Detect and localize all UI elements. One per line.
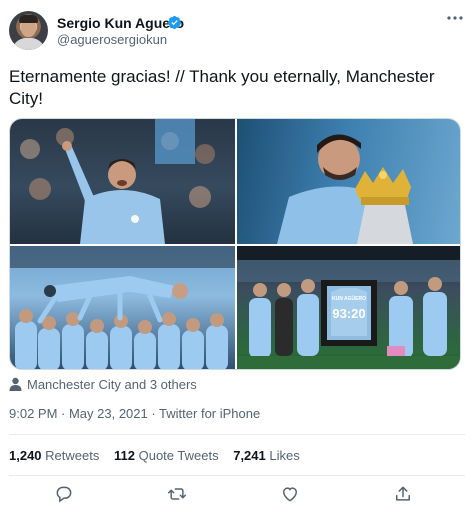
retweets-stat[interactable]: 1,240 Retweets (9, 448, 99, 463)
retweets-count: 1,240 (9, 448, 42, 463)
retweet-icon (167, 488, 187, 500)
timestamp[interactable]: 9:02 PM · May 23, 2021 · Twitter for iPh… (9, 406, 260, 421)
like-icon (282, 487, 298, 502)
likes-label: Likes (269, 448, 300, 463)
handle[interactable]: @aguerosergiokun (57, 32, 167, 47)
svg-text:KUN AGÜERO: KUN AGÜERO (332, 295, 366, 302)
person-icon (9, 377, 22, 391)
svg-text:93:20: 93:20 (332, 306, 365, 321)
reply-button[interactable] (54, 484, 74, 504)
more-icon[interactable] (446, 14, 464, 22)
reply-icon (56, 486, 72, 503)
display-name[interactable]: Sergio Kun Aguero (57, 15, 184, 31)
like-button[interactable] (280, 484, 300, 504)
retweet-button[interactable] (167, 484, 187, 504)
quotes-label: Quote Tweets (138, 448, 219, 463)
tweet-stats: 1,240 Retweets 112 Quote Tweets 7,241 Li… (9, 448, 311, 463)
quotes-count: 112 (114, 448, 135, 463)
divider (9, 475, 465, 476)
retweets-label: Retweets (45, 448, 100, 463)
photo-4[interactable]: KUN AGÜERO 93:20 (237, 246, 460, 369)
verified-badge-icon (167, 15, 182, 30)
media-grid: KUN AGÜERO 93:20 (9, 118, 461, 370)
likes-count: 7,241 (233, 448, 266, 463)
tweet-card: Sergio Kun Aguero @aguerosergiokun Etern… (0, 0, 474, 515)
divider (9, 434, 465, 435)
likes-stat[interactable]: 7,241 Likes (233, 448, 300, 463)
photo-2[interactable] (237, 119, 460, 244)
share-button[interactable] (393, 484, 413, 504)
tweet-text: Eternamente gracias! // Thank you eterna… (9, 67, 435, 108)
photo-3[interactable] (10, 246, 235, 369)
photo-1[interactable] (10, 119, 235, 244)
avatar[interactable] (9, 11, 48, 50)
share-icon (396, 486, 410, 501)
tagged-users-label: Manchester City and 3 others (27, 377, 197, 392)
quotes-stat[interactable]: 112 Quote Tweets (114, 448, 219, 463)
